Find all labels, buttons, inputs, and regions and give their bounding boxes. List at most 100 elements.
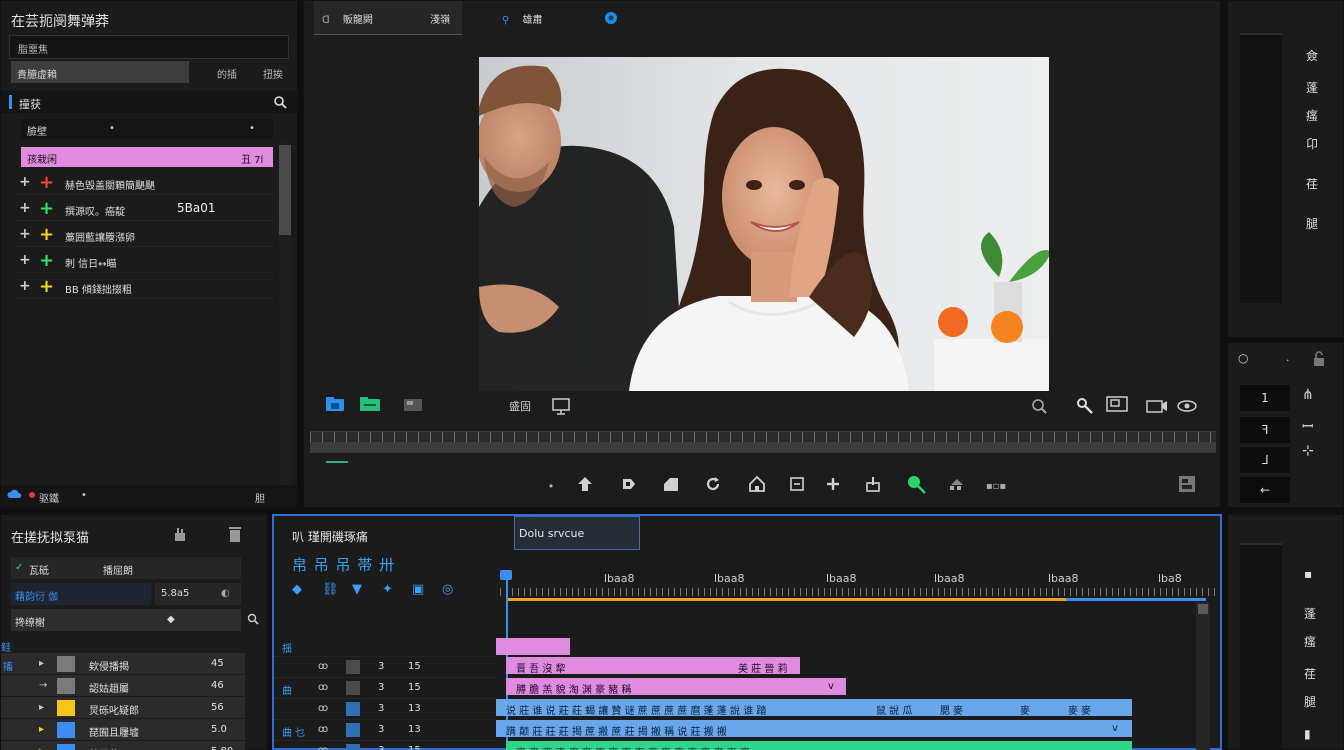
selected-item[interactable]: 孩栽闲 丑 7l [21, 147, 273, 167]
clip-pink-2[interactable]: 膊 膽 羔 貌 淘 渊 豪 豬 稱v [506, 678, 846, 695]
track-header[interactable]: 揺 [274, 636, 496, 657]
project-row-3[interactable]: 搀缭榭 ◆ [11, 609, 241, 631]
clip-blue-1[interactable]: 说 莊 谁 说 莊 莊 蝎 讓 贊 谜 蔗 蔗 蔗 蔗 麿 蓬 蓬 說 谁 踏鼠… [496, 699, 1132, 716]
expand-icon[interactable]: + [19, 278, 31, 294]
snap-icon[interactable]: ◆ [292, 582, 302, 597]
add-track-icon[interactable]: + [39, 172, 54, 193]
scrollbar-thumb[interactable] [279, 145, 291, 235]
add-track-icon[interactable]: + [39, 276, 54, 297]
track-header[interactable]: 曲 ꝏ 3 15 [274, 678, 496, 699]
clip-pink-1[interactable]: 晋 吾 沒 犂美 莊 晉 莉 [506, 657, 800, 674]
eye-toggle-icon[interactable]: ꝏ [318, 661, 328, 672]
track-header[interactable]: 曲 乜 ꝏ 3 13 [274, 720, 496, 741]
tab-source[interactable]: ⚲ 雄肅 [494, 1, 584, 35]
camera-icon[interactable] [1144, 395, 1170, 417]
clip-blue-2[interactable]: 蹒 颠 莊 莊 莊 揭 蔗 搬 蔗 莊 揭 搬 稱 说 莊 搬 搬v [496, 720, 1132, 737]
timeline-scrollbar[interactable] [1196, 602, 1210, 750]
eye-toggle-icon[interactable]: ꝏ [318, 724, 328, 735]
step-back-icon[interactable] [618, 473, 640, 495]
target-icon[interactable]: ◎ [442, 582, 453, 597]
settings-button-icon[interactable] [1176, 473, 1198, 495]
zoom-out-icon[interactable] [1028, 395, 1050, 417]
track-lock-icon[interactable] [346, 744, 360, 750]
arrow-icon[interactable]: ▸ [39, 702, 44, 713]
add-marker-icon[interactable] [822, 473, 844, 495]
project-list-row[interactable]: ▸ 炅砾叱疑郎 56 [1, 697, 245, 719]
monitor-icon[interactable] [550, 395, 572, 417]
track-list-item[interactable]: + + 藁囲藍讓謄漲卵 [15, 223, 273, 247]
safe-margins-icon[interactable] [1104, 393, 1130, 415]
filter-row[interactable]: 臉壁 • • [21, 119, 273, 139]
tab-program[interactable]: ᗡ 販龍闕 淺嶺 [314, 1, 462, 35]
home-icon[interactable] [746, 473, 768, 495]
link-icon[interactable]: ⛓ [322, 582, 339, 597]
tab-close-icon[interactable]: ᗡ [322, 15, 330, 26]
wrench-icon[interactable]: ✦ [382, 582, 393, 597]
marker-icon[interactable]: ▼ [352, 582, 362, 597]
work-area-bar[interactable] [506, 598, 1066, 601]
project-list-row[interactable]: → 認姑趙屬 46 [1, 675, 245, 697]
cloud-icon[interactable] [7, 487, 23, 504]
expand-icon[interactable]: + [19, 252, 31, 268]
project-row-2b[interactable]: 5.8a5 ◐ [155, 583, 241, 605]
eye-toggle-icon[interactable]: ꝏ [318, 682, 328, 693]
mark-out-icon[interactable] [660, 473, 682, 495]
viewer-playhead[interactable] [326, 461, 348, 463]
track-list-item[interactable]: + + 刺 信日↔瞄 [15, 249, 273, 273]
add-track-icon[interactable]: + [39, 250, 54, 271]
track-header[interactable]: ꝏ 3 13 [274, 699, 496, 720]
expand-icon[interactable]: + [19, 174, 31, 190]
folder-green-icon[interactable] [359, 393, 381, 415]
lock-icon[interactable] [1312, 351, 1326, 370]
project-row-2[interactable]: 藉韵衍 伽 [11, 583, 151, 605]
circle-tool-icon[interactable]: ○ [1238, 351, 1248, 365]
search-icon[interactable] [271, 93, 289, 111]
track-list-item[interactable]: + + 撰源叹。癌靛 5Ba01 [15, 197, 273, 221]
clip-pink-small[interactable] [496, 638, 570, 655]
export-icon[interactable] [946, 473, 974, 495]
track-lock-icon[interactable] [346, 681, 360, 695]
toggle-icon[interactable]: ◐ [221, 588, 230, 599]
folder-blue-icon[interactable] [324, 393, 346, 415]
scrollbar[interactable] [279, 141, 291, 501]
project-list-row[interactable]: 搐 ▸ 欸侵播揭 45 [1, 653, 245, 675]
keyframe-icon[interactable]: v [828, 681, 834, 692]
eye-icon[interactable] [1174, 395, 1200, 417]
track-lock-icon[interactable] [346, 702, 360, 716]
mark-in-icon[interactable] [574, 473, 596, 495]
tab-active[interactable]: 貴臆虚賴 [11, 61, 189, 83]
arrow-icon[interactable]: → [39, 680, 47, 691]
tool-box-2[interactable]: ꟻ [1240, 417, 1290, 443]
tab-secondary[interactable]: 的插 [217, 66, 237, 81]
timeline-ruler[interactable]: lbaa8 lbaa8 lbaa8 lbaa8 lbaa8 lba8 [500, 570, 1216, 602]
arrow-icon[interactable]: ▸ [39, 658, 44, 669]
loop-icon[interactable] [702, 473, 724, 495]
lift-icon[interactable] [862, 473, 884, 495]
frame-icon[interactable] [786, 473, 808, 495]
track-lock-icon[interactable] [346, 723, 360, 737]
hand-icon[interactable] [171, 525, 189, 546]
project-row-1[interactable]: ✓ 瓦砥 播屈朗 [11, 557, 241, 579]
viewer-scrubber[interactable] [310, 431, 1216, 453]
eye-toggle-icon[interactable]: ꝏ [318, 745, 328, 750]
timecode-display[interactable]: 帛 吊 吊 帯 卅 [292, 554, 395, 575]
clip-green[interactable]: 麥 麥 麥 麥 麥 麥 麥 麥 麥 麥 麥 麥 麥 麥 麥 麥 麥 麥 [506, 741, 1132, 750]
search-input[interactable]: 脂噩焦 [9, 35, 289, 59]
track-header[interactable]: ꝏ 3 15 [274, 657, 496, 678]
arrow-icon[interactable]: ▸ [39, 724, 44, 735]
zoom-green-icon[interactable] [904, 473, 932, 495]
footer-right-label[interactable]: 胆 [255, 490, 265, 505]
project-list-row[interactable]: ▸ 鸽屈蓋 5.80 [1, 741, 245, 750]
add-track-icon[interactable]: + [39, 224, 54, 245]
arrow-icon[interactable]: ▸ [39, 746, 44, 750]
track-lock-icon[interactable] [346, 660, 360, 674]
tool-box-1[interactable]: 1 [1240, 385, 1290, 411]
trash-icon[interactable] [227, 525, 243, 546]
work-area-bar-2[interactable] [1066, 598, 1206, 601]
side-tool-1[interactable]: ⋔ [1302, 387, 1314, 403]
timeline-scrollbar-thumb[interactable] [1198, 604, 1208, 614]
export-frame-icon[interactable] [402, 393, 424, 415]
search-icon-2[interactable] [247, 613, 259, 628]
eye-toggle-icon[interactable]: ꝏ [318, 703, 328, 714]
track-list-item[interactable]: + + 赫色毁盖關顆簡颶颶 [15, 171, 273, 195]
